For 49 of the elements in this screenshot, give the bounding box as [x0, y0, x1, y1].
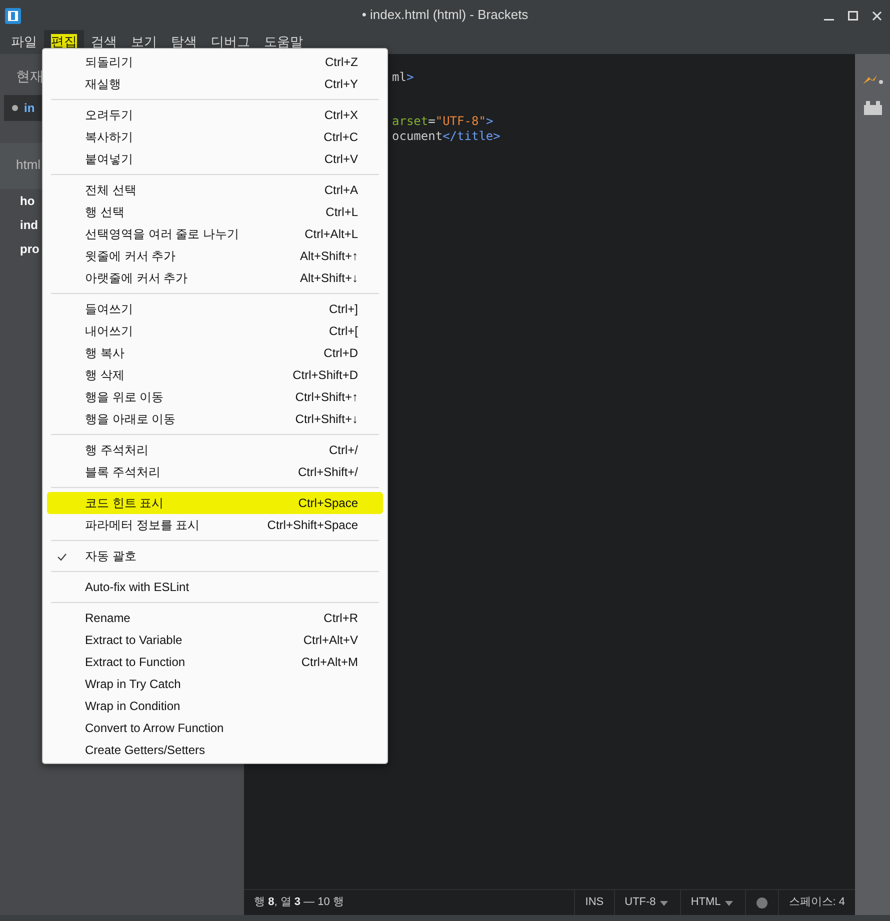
menu-entry[interactable]: 들여쓰기 Ctrl+]	[47, 298, 383, 320]
menu-entry[interactable]: Wrap in Try Catch	[47, 673, 383, 695]
menu-entry[interactable]: Auto-fix with ESLint	[47, 576, 383, 598]
menu-entry[interactable]: 행을 아래로 이동 Ctrl+Shift+↓	[47, 408, 383, 430]
encoding-dropdown[interactable]: UTF-8	[614, 890, 680, 915]
cursor-position: 행 8, 열 3 — 10 행	[254, 895, 344, 910]
menu-entry[interactable]: 오려두기 Ctrl+X	[47, 104, 383, 126]
menu-entry[interactable]: 행 삭제 Ctrl+Shift+D	[47, 364, 383, 386]
menu-entry[interactable]: 복사하기 Ctrl+C	[47, 126, 383, 148]
menu-entry[interactable]: 행 선택 Ctrl+L	[47, 201, 383, 223]
working-files-header: 현재	[16, 68, 44, 84]
menu-entry[interactable]: 행을 위로 이동 Ctrl+Shift+↑	[47, 386, 383, 408]
menu-entry[interactable]: Extract to Variable Ctrl+Alt+V	[47, 629, 383, 651]
menu-entry[interactable]: 행 복사 Ctrl+D	[47, 342, 383, 364]
menu-item[interactable]: 디버그	[204, 30, 257, 54]
menu-entry[interactable]: 재실행 Ctrl+Y	[47, 73, 383, 95]
menu-entry[interactable]: 선택영역을 여러 줄로 나누기 Ctrl+Alt+L	[47, 223, 383, 245]
app-logo-icon	[5, 6, 21, 24]
code-line: arset="UTF-8">	[392, 114, 494, 128]
menu-entry[interactable]: 전체 선택 Ctrl+A	[47, 179, 383, 201]
menu-entry[interactable]: 아랫줄에 커서 추가 Alt+Shift+↓	[47, 267, 383, 289]
window-title: • index.html (html) - Brackets	[362, 6, 528, 24]
code-line: ocument</title>	[392, 129, 500, 143]
project-file[interactable]: ind	[20, 218, 38, 232]
menu-entry[interactable]: 행 주석처리 Ctrl+/	[47, 439, 383, 461]
menu-entry[interactable]: 코드 힌트 표시 Ctrl+Space	[47, 492, 383, 514]
menu-item[interactable]: 파일	[4, 30, 44, 54]
menu-item[interactable]: 탐색	[164, 30, 204, 54]
insert-mode-toggle[interactable]: INS	[574, 890, 614, 915]
menu-item[interactable]: 보기	[124, 30, 164, 54]
code-line: ml>	[392, 70, 414, 84]
menu-entry[interactable]: 블록 주석처리 Ctrl+Shift+/	[47, 461, 383, 483]
menu-entry[interactable]: Convert to Arrow Function	[47, 717, 383, 739]
project-file[interactable]: pro	[20, 242, 40, 256]
menu-entry[interactable]: Rename Ctrl+R	[47, 607, 383, 629]
menu-item[interactable]: 도움말	[257, 30, 310, 54]
language-dropdown[interactable]: HTML	[680, 890, 745, 915]
menu-entry[interactable]: 되돌리기 Ctrl+Z	[47, 51, 383, 73]
menu-entry[interactable]: 자동 괄호	[47, 545, 383, 567]
project-file[interactable]: ho	[20, 194, 35, 208]
menu-entry[interactable]: 윗줄에 커서 추가 Alt+Shift+↑	[47, 245, 383, 267]
extensions-icon[interactable]	[864, 98, 882, 116]
menu-entry[interactable]: Wrap in Condition	[47, 695, 383, 717]
menu-item[interactable]: 검색	[84, 30, 124, 54]
menu-entry[interactable]: 붙여넣기 Ctrl+V	[47, 148, 383, 170]
menu-entry[interactable]: Extract to Function Ctrl+Alt+M	[47, 651, 383, 673]
menu-entry[interactable]: Create Getters/Setters	[47, 739, 383, 761]
menu-entry[interactable]: 내어쓰기 Ctrl+[	[47, 320, 383, 342]
menu-entry[interactable]: 파라메터 정보를 표시 Ctrl+Shift+Space	[47, 514, 383, 536]
